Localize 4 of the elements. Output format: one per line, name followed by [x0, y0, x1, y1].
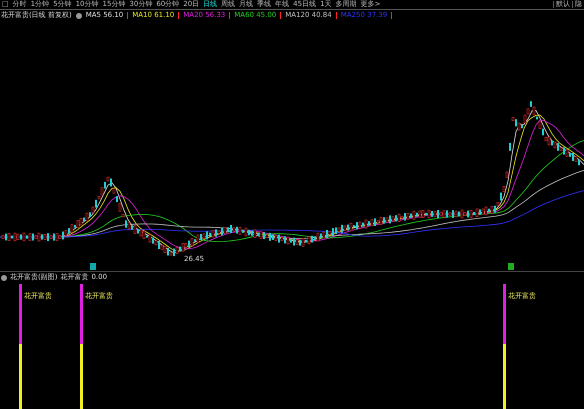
event-marker-icon	[508, 263, 514, 270]
settings-icon[interactable]	[76, 12, 82, 18]
event-marker-icon	[90, 263, 96, 270]
settings-icon[interactable]	[1, 274, 7, 280]
